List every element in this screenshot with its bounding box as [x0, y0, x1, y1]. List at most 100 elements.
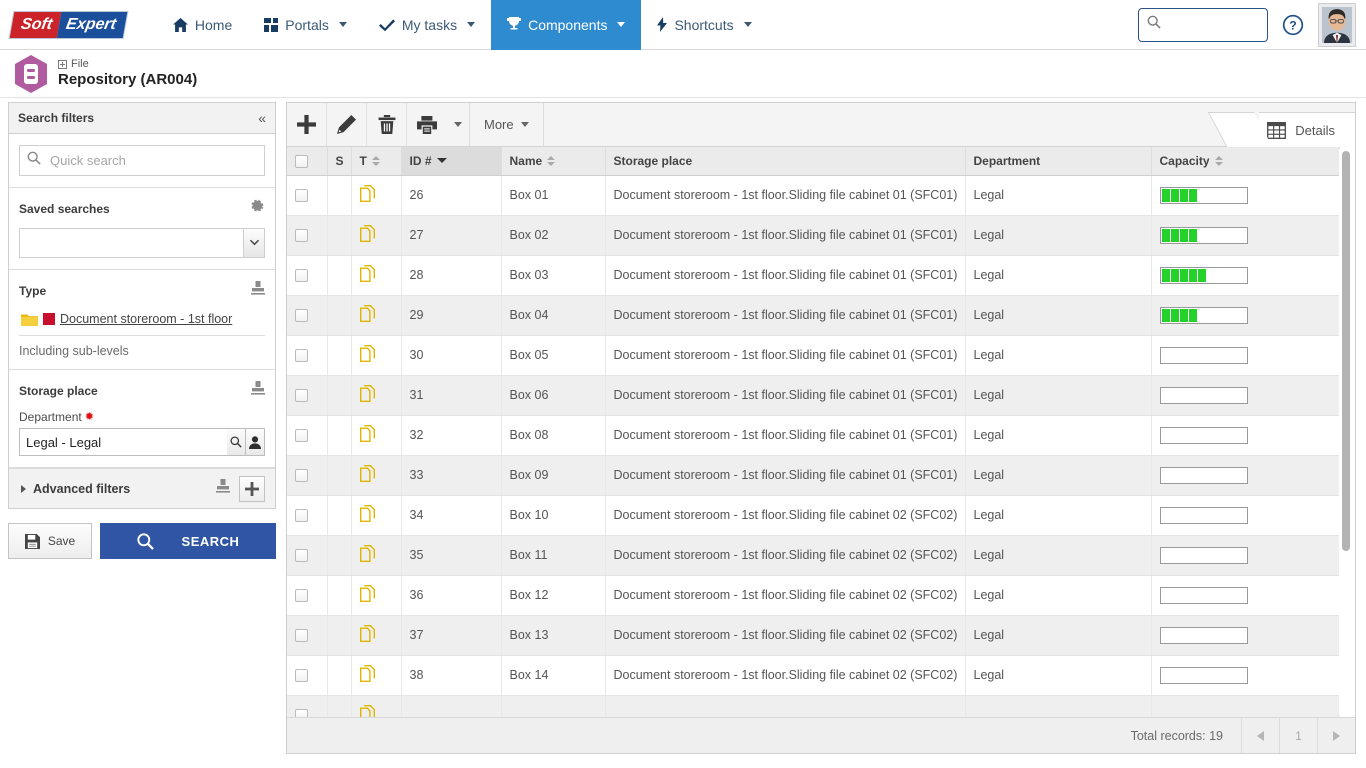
table-row[interactable]: 27Box 02Document storeroom - 1st floor.S… [287, 215, 1339, 255]
save-button[interactable]: Save [8, 523, 92, 559]
cell-select[interactable] [287, 375, 327, 415]
nav-item-my-tasks[interactable]: My tasks [363, 0, 491, 50]
department-person-button[interactable] [246, 428, 265, 456]
row-checkbox[interactable] [295, 389, 308, 402]
advanced-filters-toggle[interactable]: Advanced filters [21, 482, 130, 496]
cell-select[interactable] [287, 175, 327, 215]
cell-select[interactable] [287, 415, 327, 455]
cell-id: 33 [401, 455, 501, 495]
table-row[interactable]: 30Box 05Document storeroom - 1st floor.S… [287, 335, 1339, 375]
prev-page-button[interactable] [1241, 718, 1279, 753]
double-chevron-left-icon[interactable]: « [258, 111, 266, 125]
row-checkbox[interactable] [295, 309, 308, 322]
header-id[interactable]: ID # [401, 147, 501, 175]
sort-icon[interactable] [372, 156, 380, 166]
advanced-filters-row[interactable]: Advanced filters [9, 468, 275, 508]
cell-select[interactable] [287, 655, 327, 695]
search-button[interactable]: SEARCH [100, 523, 276, 559]
nav-item-shortcuts[interactable]: Shortcuts [641, 0, 767, 50]
header-t[interactable]: T [351, 147, 401, 175]
table-row[interactable]: 34Box 10Document storeroom - 1st floor.S… [287, 495, 1339, 535]
next-page-button[interactable] [1317, 718, 1355, 753]
row-checkbox[interactable] [295, 669, 308, 682]
quick-search-box[interactable] [19, 145, 265, 176]
cell-select[interactable] [287, 335, 327, 375]
saved-searches-select[interactable] [19, 228, 265, 258]
clear-filter-icon[interactable] [251, 281, 265, 301]
chevron-down-icon [339, 22, 347, 27]
cell-select[interactable] [287, 575, 327, 615]
chevron-down-icon[interactable] [243, 229, 264, 257]
sort-icon[interactable] [1215, 156, 1223, 166]
row-checkbox[interactable] [295, 469, 308, 482]
department-input[interactable] [19, 428, 227, 456]
table-row[interactable]: 32Box 08Document storeroom - 1st floor.S… [287, 415, 1339, 455]
print-button[interactable] [407, 103, 447, 146]
row-checkbox[interactable] [295, 509, 308, 522]
header-name[interactable]: Name [501, 147, 605, 175]
sort-icon-desc[interactable] [437, 158, 447, 163]
breadcrumb[interactable]: File [58, 58, 197, 71]
cell-s [327, 455, 351, 495]
table-row[interactable]: 35Box 11Document storeroom - 1st floor.S… [287, 535, 1339, 575]
delete-record-button[interactable] [367, 103, 407, 146]
row-checkbox[interactable] [295, 269, 308, 282]
table-row[interactable]: 37Box 13Document storeroom - 1st floor.S… [287, 615, 1339, 655]
edit-record-button[interactable] [327, 103, 367, 146]
row-checkbox[interactable] [295, 429, 308, 442]
add-filter-button[interactable] [239, 476, 265, 502]
user-avatar[interactable] [1318, 3, 1356, 47]
row-checkbox[interactable] [295, 589, 308, 602]
clear-filter-icon[interactable] [216, 479, 230, 499]
nav-item-home[interactable]: Home [157, 0, 248, 50]
global-search-box[interactable] [1138, 8, 1268, 42]
table-row[interactable]: 31Box 06Document storeroom - 1st floor.S… [287, 375, 1339, 415]
table-row[interactable]: 38Box 14Document storeroom - 1st floor.S… [287, 655, 1339, 695]
cell-select[interactable] [287, 495, 327, 535]
current-page-button[interactable]: 1 [1279, 718, 1317, 753]
row-checkbox[interactable] [295, 349, 308, 362]
expand-plus-icon[interactable] [58, 60, 67, 69]
grid-scrollbar-thumb[interactable] [1342, 151, 1350, 551]
cell-select[interactable] [287, 215, 327, 255]
cell-select[interactable] [287, 615, 327, 655]
cell-select[interactable] [287, 535, 327, 575]
clear-filter-icon[interactable] [251, 381, 265, 401]
gear-icon[interactable] [250, 199, 265, 219]
capacity-segment [1180, 189, 1188, 202]
add-record-button[interactable] [287, 103, 327, 146]
nav-item-components[interactable]: Components [491, 0, 641, 50]
cell-select[interactable] [287, 255, 327, 295]
row-checkbox[interactable] [295, 229, 308, 242]
grid-scrollbar[interactable] [1339, 149, 1353, 715]
header-select-all[interactable] [287, 147, 327, 175]
print-dropdown-button[interactable] [447, 103, 469, 146]
header-s[interactable]: S [327, 147, 351, 175]
table-row[interactable]: 33Box 09Document storeroom - 1st floor.S… [287, 455, 1339, 495]
quick-search-input[interactable] [48, 152, 257, 169]
table-row[interactable]: 36Box 12Document storeroom - 1st floor.S… [287, 575, 1339, 615]
type-filter-item[interactable]: Document storeroom - 1st floor [19, 310, 265, 335]
table-row[interactable]: 29Box 04Document storeroom - 1st floor.S… [287, 295, 1339, 335]
row-checkbox[interactable] [295, 629, 308, 642]
help-button[interactable]: ? [1282, 14, 1304, 36]
sort-icon[interactable] [547, 156, 555, 166]
header-storage-place[interactable]: Storage place [605, 147, 965, 175]
select-all-checkbox[interactable] [295, 155, 308, 168]
table-row[interactable]: 26Box 01Document storeroom - 1st floor.S… [287, 175, 1339, 215]
cell-storage-place: Document storeroom - 1st floor.Sliding f… [605, 335, 965, 375]
type-filter-value[interactable]: Document storeroom - 1st floor [60, 312, 232, 326]
header-department[interactable]: Department [965, 147, 1151, 175]
more-menu-button[interactable]: More [470, 103, 544, 146]
table-row[interactable]: 28Box 03Document storeroom - 1st floor.S… [287, 255, 1339, 295]
row-checkbox[interactable] [295, 189, 308, 202]
department-lookup-button[interactable] [227, 428, 246, 456]
tab-details[interactable]: Details [1259, 112, 1355, 148]
softexpert-logo[interactable]: SoftExpert [10, 12, 127, 38]
cell-select[interactable] [287, 455, 327, 495]
nav-item-portals[interactable]: Portals [248, 0, 363, 50]
header-capacity[interactable]: Capacity [1151, 147, 1339, 175]
cell-select[interactable] [287, 295, 327, 335]
global-search-input[interactable] [1167, 16, 1259, 33]
row-checkbox[interactable] [295, 549, 308, 562]
